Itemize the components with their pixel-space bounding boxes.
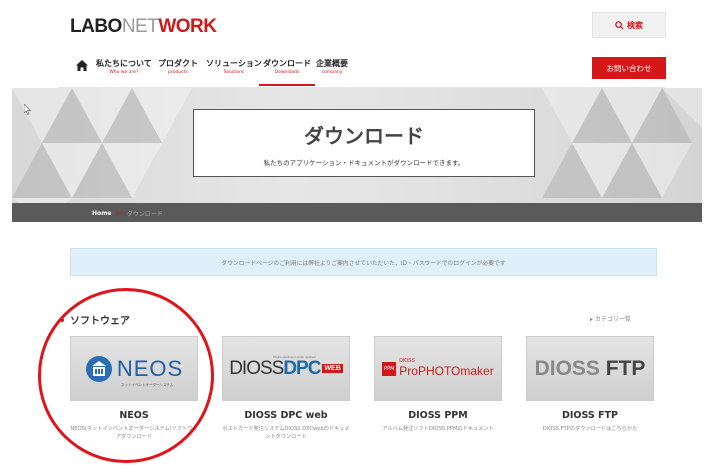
section-title-software: ソフトウェア bbox=[60, 312, 130, 327]
breadcrumb-current: ダウンロード bbox=[126, 211, 163, 218]
ppm-logo-icon: PPM bbox=[382, 361, 397, 376]
dpc-logo-tagline: Photo postcard order system bbox=[273, 355, 317, 359]
product-thumbnail[interactable]: NEOS ネットイベントオーダーシステム bbox=[70, 336, 198, 401]
nav-item-label: 企業概要 bbox=[316, 59, 348, 68]
nav-item-about[interactable]: 私たちについて Who we are? bbox=[96, 58, 152, 75]
nav-item-downloads[interactable]: ダウンロード Downloads bbox=[259, 58, 315, 86]
product-thumbnail[interactable]: Photo postcard order system DIOSS DPC WE… bbox=[222, 336, 350, 401]
nav-item-label: ソリューション bbox=[206, 59, 262, 68]
breadcrumb-home-link[interactable]: Home bbox=[92, 210, 111, 217]
product-thumbnail[interactable]: DIOSS FTP bbox=[526, 336, 654, 401]
nav-item-label: ダウンロード bbox=[263, 59, 311, 68]
login-notice: ダウンロードページのご利用には弊社よりご案内させていただいた、ID・パスワードで… bbox=[70, 248, 657, 276]
nav-item-products[interactable]: プロダクト products bbox=[158, 58, 198, 75]
product-description: DIOSS FTPのダウンロードはこちらから bbox=[542, 426, 638, 432]
product-name[interactable]: DIOSS FTP bbox=[526, 410, 654, 421]
ftp-logo-dioss: DIOSS bbox=[534, 356, 600, 380]
site-header: LABONETWORK 検索 bbox=[0, 0, 715, 48]
dpc-logo: DIOSS DPC WEB bbox=[229, 358, 343, 380]
logo-work: WORK bbox=[158, 16, 217, 37]
product-description: NEOS(ネットインベントオーダーシステム)ソフトウェアダウンロード bbox=[70, 426, 198, 441]
breadcrumb-bar: Home »» ダウンロード bbox=[12, 203, 702, 222]
product-name[interactable]: DIOSS PPM bbox=[374, 410, 502, 421]
product-name[interactable]: DIOSS DPC web bbox=[222, 410, 350, 421]
product-card-dpc-web[interactable]: Photo postcard order system DIOSS DPC WE… bbox=[222, 336, 350, 441]
home-icon[interactable] bbox=[76, 60, 88, 71]
section-title-text: ソフトウェア bbox=[70, 316, 130, 327]
search-label: 検索 bbox=[627, 20, 643, 30]
product-description: ポストカード発注システムDIOSS DPCwebのドキュメントダウンロード bbox=[222, 426, 350, 441]
ppm-logo-name: ProPHOTOmaker bbox=[399, 364, 494, 378]
contact-button[interactable]: お問い合わせ bbox=[592, 57, 666, 79]
nav-item-company[interactable]: 企業概要 company bbox=[316, 58, 348, 75]
product-thumbnail[interactable]: PPM DIOSS ProPHOTOmaker bbox=[374, 336, 502, 401]
category-list-link[interactable]: ▸ カテゴリ一覧 bbox=[590, 314, 631, 323]
neos-building-icon bbox=[85, 355, 112, 382]
nav-item-label: 私たちについて bbox=[96, 59, 152, 68]
bullet-dot-icon bbox=[60, 317, 64, 322]
ftp-logo-ftp: FTP bbox=[605, 356, 646, 380]
site-logo[interactable]: LABONETWORK bbox=[70, 16, 217, 38]
neos-logo-subtext: ネットイベントオーダーシステム bbox=[121, 383, 174, 387]
product-name[interactable]: NEOS bbox=[70, 410, 198, 421]
neos-logo-text: NEOS bbox=[116, 355, 184, 381]
search-icon bbox=[615, 20, 624, 30]
nav-item-sublabel: Who we are? bbox=[109, 70, 139, 75]
dpc-logo-dioss: DIOSS bbox=[229, 357, 284, 379]
nav-item-sublabel: products bbox=[168, 70, 188, 75]
nav-item-sublabel: Downloads bbox=[274, 70, 300, 75]
nav-item-sublabel: Solutions bbox=[223, 70, 245, 75]
logo-net: NET bbox=[121, 16, 159, 37]
product-card-ftp[interactable]: DIOSS FTP DIOSS FTP DIOSS FTPのダウンロードはこちら… bbox=[526, 336, 654, 433]
page-subtitle: 私たちのアプリケーション・ドキュメントがダウンロードできます。 bbox=[263, 159, 465, 167]
mouse-cursor-icon bbox=[24, 104, 31, 115]
hero-banner: ダウンロード 私たちのアプリケーション・ドキュメントがダウンロードできます。 bbox=[12, 88, 702, 222]
breadcrumb-separator: »» bbox=[115, 210, 123, 217]
search-button[interactable]: 検索 bbox=[592, 12, 666, 38]
ppm-logo: PPM DIOSS ProPHOTOmaker bbox=[382, 359, 494, 379]
nav-item-sublabel: company bbox=[321, 70, 343, 75]
dpc-logo-dpc: DPC bbox=[283, 357, 321, 379]
main-nav: 私たちについて Who we are? プロダクト products ソリューシ… bbox=[0, 48, 715, 88]
product-card-neos[interactable]: NEOS ネットイベントオーダーシステム NEOS NEOS(ネットインベントオ… bbox=[70, 336, 198, 441]
page-title: ダウンロード bbox=[304, 124, 424, 148]
nav-item-label: プロダクト bbox=[158, 59, 198, 68]
ppm-logo-text: DIOSS ProPHOTOmaker bbox=[399, 359, 494, 379]
product-description: アルバム発注ソフトDIOSS PPMのドキュメント bbox=[382, 426, 494, 432]
breadcrumb: Home »» ダウンロード bbox=[92, 209, 163, 218]
product-card-ppm[interactable]: PPM DIOSS ProPHOTOmaker DIOSS PPM アルバム発注… bbox=[374, 336, 502, 433]
ftp-logo: DIOSS FTP bbox=[535, 357, 646, 381]
nav-item-solutions[interactable]: ソリューション Solutions bbox=[206, 58, 262, 75]
logo-labo: LABO bbox=[70, 16, 122, 37]
hero-title-box: ダウンロード 私たちのアプリケーション・ドキュメントがダウンロードできます。 bbox=[193, 109, 535, 177]
neos-logo: NEOS bbox=[85, 355, 183, 383]
dpc-logo-web-badge: WEB bbox=[322, 364, 343, 373]
